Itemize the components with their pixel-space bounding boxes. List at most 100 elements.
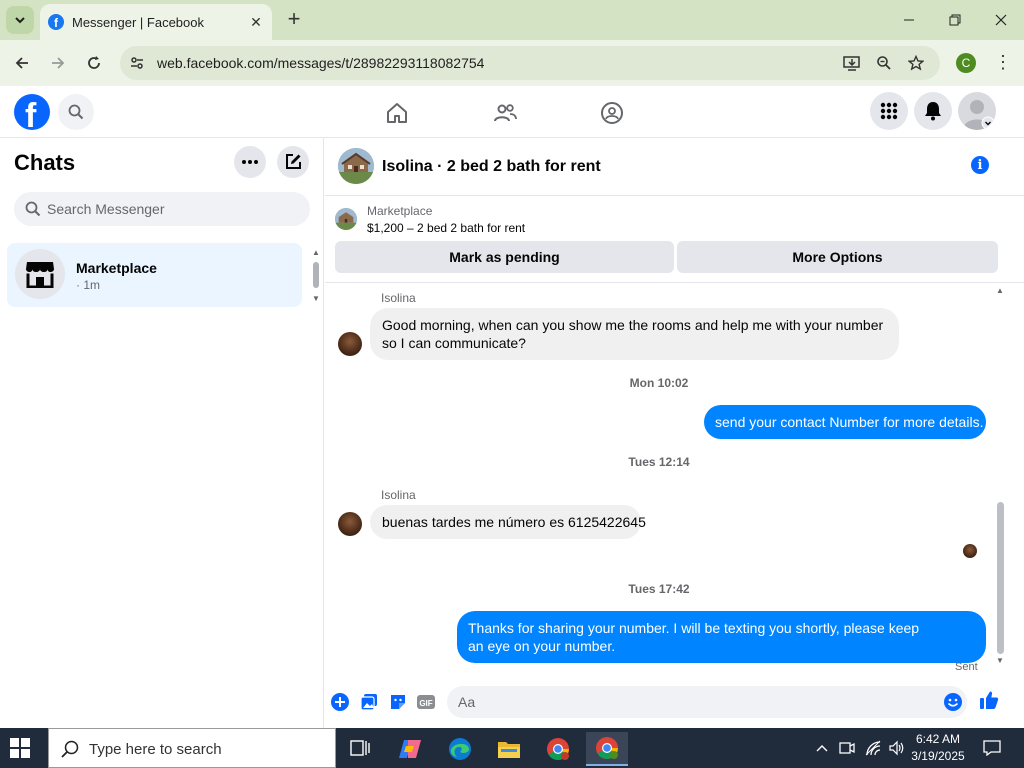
back-button[interactable] <box>9 50 35 76</box>
scroll-down-arrow[interactable]: ▼ <box>996 656 1004 665</box>
friends-icon <box>494 104 517 122</box>
volume-icon[interactable] <box>886 736 908 760</box>
outgoing-message[interactable]: Thanks for sharing your number. I will b… <box>457 611 986 663</box>
outgoing-message[interactable]: send your contact Number for more detail… <box>704 405 986 439</box>
profile-icon <box>963 100 995 130</box>
chats-title: Chats <box>14 150 76 175</box>
close-icon <box>995 14 1007 26</box>
taskbar-clock[interactable]: 6:42 AM 3/19/2025 <box>906 731 970 765</box>
menu-icon[interactable]: ⋮ <box>994 52 1012 74</box>
restore-button[interactable] <box>932 0 978 40</box>
chat-options-button[interactable] <box>234 146 266 178</box>
notifications-icon[interactable] <box>980 736 1004 760</box>
like-icon[interactable] <box>979 690 999 710</box>
profile-button[interactable] <box>958 92 996 130</box>
home-icon <box>387 103 407 123</box>
scroll-up-arrow[interactable]: ▲ <box>312 248 320 257</box>
minimize-button[interactable] <box>886 0 932 40</box>
scroll-up-arrow[interactable]: ▲ <box>996 286 1004 295</box>
sticker-icon[interactable] <box>388 692 408 712</box>
message-timestamp: Tues 12:14 <box>628 455 690 469</box>
install-icon[interactable] <box>842 53 862 73</box>
chrome-icon[interactable] <box>537 732 579 766</box>
close-window-button[interactable] <box>978 0 1024 40</box>
facebook-search-button[interactable] <box>58 94 94 130</box>
close-icon[interactable]: ✕ <box>246 14 266 31</box>
search-icon <box>25 201 41 217</box>
tab-search-button[interactable] <box>6 6 34 34</box>
listing-thumbnail[interactable] <box>335 208 357 230</box>
groups-icon <box>601 102 623 124</box>
search-messenger-input[interactable]: Search Messenger <box>14 192 310 226</box>
more-options-button[interactable]: More Options <box>677 241 998 273</box>
restore-icon <box>949 14 961 26</box>
marketplace-avatar <box>15 249 65 299</box>
chat-time: · 1m <box>76 278 100 292</box>
chats-sidebar: Chats Search Messenger Marketplace · 1m … <box>0 138 324 728</box>
home-nav[interactable] <box>382 98 412 128</box>
tab-title: Messenger | Facebook <box>72 14 204 30</box>
search-icon <box>61 740 79 758</box>
info-icon[interactable]: i <box>971 156 989 174</box>
gif-icon[interactable]: GIF <box>416 692 436 712</box>
incoming-message[interactable]: Good morning, when can you show me the r… <box>370 308 899 360</box>
sidebar-scrollbar[interactable]: ▲ ▼ <box>311 246 321 308</box>
marketplace-listing-bar: Marketplace $1,200 – 2 bed 2 bath for re… <box>325 197 1024 283</box>
forward-button[interactable] <box>45 50 71 76</box>
url-text[interactable]: web.facebook.com/messages/t/289822931180… <box>157 55 484 71</box>
notifications-button[interactable] <box>914 92 952 130</box>
chat-list-item[interactable]: Marketplace · 1m <box>7 243 302 307</box>
message-composer: GIF Aa <box>325 682 1024 724</box>
meet-icon[interactable] <box>836 736 858 760</box>
omnibox[interactable]: web.facebook.com/messages/t/289822931180… <box>120 46 940 80</box>
photo-icon[interactable] <box>359 692 379 712</box>
scrollbar-thumb[interactable] <box>313 262 319 288</box>
mark-as-pending-button[interactable]: Mark as pending <box>335 241 674 273</box>
menu-grid-button[interactable] <box>870 92 908 130</box>
windows-start-icon[interactable] <box>10 738 32 760</box>
facebook-header: f <box>0 86 1024 138</box>
chevron-down-icon <box>15 17 25 24</box>
browser-profile-avatar[interactable]: C <box>956 53 976 73</box>
chrome-profile-icon[interactable] <box>586 732 628 766</box>
facebook-logo[interactable]: f <box>14 94 50 130</box>
listing-photo[interactable] <box>338 148 374 184</box>
bell-icon <box>925 102 941 121</box>
file-explorer-icon[interactable] <box>488 732 530 766</box>
browser-tab-bar: f Messenger | Facebook ✕ + <box>0 0 1024 40</box>
taskbar-search-text: Type here to search <box>89 741 222 758</box>
taskbar-search-box[interactable]: Type here to search <box>48 728 336 768</box>
search-placeholder: Search Messenger <box>47 201 165 217</box>
emoji-icon[interactable] <box>943 692 963 715</box>
plus-circle-icon[interactable] <box>330 692 350 712</box>
search-icon <box>68 104 84 120</box>
message-input[interactable]: Aa <box>447 686 967 718</box>
listing-description[interactable]: $1,200 – 2 bed 2 bath for rent <box>367 221 525 235</box>
sender-avatar[interactable] <box>338 512 362 536</box>
site-info-icon[interactable] <box>127 53 147 73</box>
svg-text:GIF: GIF <box>419 699 432 708</box>
incoming-message[interactable]: buenas tardes me número es 6125422645 <box>370 505 646 539</box>
new-tab-button[interactable]: + <box>282 8 306 32</box>
groups-nav[interactable] <box>597 98 627 128</box>
sender-avatar[interactable] <box>338 332 362 356</box>
task-view-icon[interactable] <box>339 732 381 766</box>
message-sender: Isolina <box>381 291 416 305</box>
conversation-scrollbar[interactable]: ▲ ▼ <box>995 286 1007 666</box>
scroll-down-arrow[interactable]: ▼ <box>312 294 320 303</box>
reload-button[interactable] <box>81 50 107 76</box>
conversation-title[interactable]: Isolina · 2 bed 2 bath for rent <box>382 158 601 176</box>
back-icon <box>15 57 28 69</box>
new-message-button[interactable] <box>277 146 309 178</box>
edge-icon[interactable] <box>439 732 481 766</box>
star-icon[interactable] <box>906 53 926 73</box>
chevron-up-icon[interactable] <box>812 736 832 760</box>
reload-icon <box>88 56 100 69</box>
zoom-icon[interactable] <box>874 53 894 73</box>
scrollbar-thumb[interactable] <box>997 502 1004 654</box>
minimize-icon <box>904 19 914 21</box>
network-icon[interactable] <box>862 736 884 760</box>
browser-tab[interactable]: f Messenger | Facebook ✕ <box>40 4 272 40</box>
friends-nav[interactable] <box>490 98 520 128</box>
copilot-icon[interactable] <box>389 732 431 766</box>
